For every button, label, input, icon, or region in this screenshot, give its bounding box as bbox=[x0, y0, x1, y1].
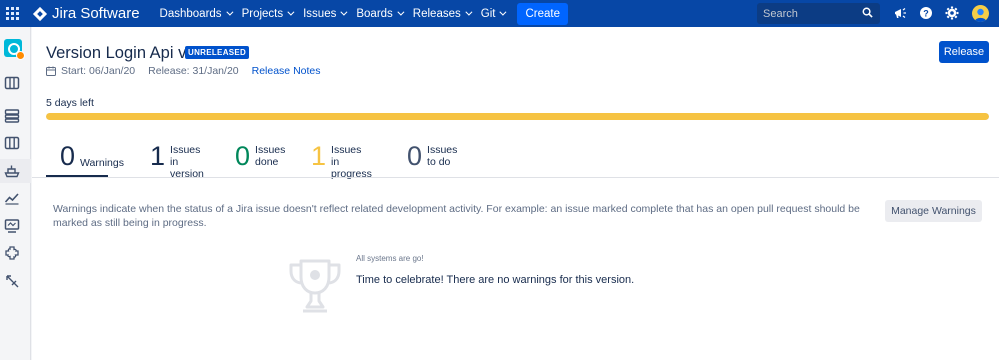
tab-label: Issues done bbox=[255, 144, 286, 168]
nav-item-projects[interactable]: Projects bbox=[241, 7, 295, 20]
tab-count: 0 bbox=[235, 141, 251, 171]
help-icon[interactable]: ? bbox=[919, 6, 933, 20]
calendar-icon bbox=[46, 66, 56, 76]
start-date: Start: 06/Jan/20 bbox=[61, 65, 136, 77]
tab-issues-in-version[interactable]: 1 Issues in version bbox=[150, 141, 204, 181]
nav-item-label: Git bbox=[480, 7, 496, 20]
top-navigation: Jira Software Dashboards Projects Issues… bbox=[0, 0, 999, 27]
reports-icon[interactable] bbox=[4, 190, 20, 206]
nav-item-label: Projects bbox=[241, 7, 284, 20]
tab-count: 1 bbox=[311, 141, 327, 171]
nav-item-issues[interactable]: Issues bbox=[303, 7, 348, 20]
chevron-down-icon bbox=[397, 8, 405, 16]
nav-menu: Dashboards Projects Issues Boards Releas… bbox=[160, 8, 516, 20]
avatar-face-icon bbox=[974, 8, 987, 22]
svg-text:?: ? bbox=[923, 9, 929, 19]
tab-warnings[interactable]: 0 Warnings bbox=[60, 143, 124, 177]
chevron-down-icon bbox=[499, 8, 507, 16]
version-dates: Start: 06/Jan/20 Release: 31/Jan/20 Rele… bbox=[46, 65, 321, 77]
tab-label: Warnings bbox=[80, 157, 124, 169]
tab-count: 1 bbox=[150, 141, 166, 171]
version-detail-panel: Version Login Api v2 UNRELEASED Start: 0… bbox=[32, 27, 999, 360]
tab-label: Issues in version bbox=[170, 144, 204, 180]
logo-text: Jira Software bbox=[52, 5, 140, 22]
search-box bbox=[757, 3, 880, 24]
board-icon[interactable] bbox=[4, 75, 20, 91]
trophy-icon bbox=[289, 259, 341, 313]
nav-item-label: Boards bbox=[356, 7, 393, 20]
tab-issues-to-do[interactable]: 0 Issues to do bbox=[407, 143, 457, 177]
app-switcher-grid-icon[interactable] bbox=[6, 6, 20, 21]
user-avatar[interactable] bbox=[972, 5, 989, 22]
kanban-icon[interactable] bbox=[4, 135, 20, 151]
megaphone-icon[interactable] bbox=[893, 6, 907, 20]
days-left-text: 5 days left bbox=[46, 97, 94, 109]
release-notes-link[interactable]: Release Notes bbox=[252, 65, 321, 77]
tab-label: Issues in progress bbox=[331, 144, 372, 180]
backlog-icon[interactable] bbox=[4, 108, 20, 124]
tab-label: Issues to do bbox=[427, 144, 458, 168]
components-icon[interactable] bbox=[4, 245, 20, 261]
project-sidebar bbox=[0, 27, 31, 360]
project-badge bbox=[16, 51, 25, 60]
empty-state-message: Time to celebrate! There are no warnings… bbox=[356, 274, 635, 286]
project-avatar[interactable] bbox=[4, 39, 25, 60]
nav-item-releases[interactable]: Releases bbox=[412, 7, 473, 20]
search-icon[interactable] bbox=[862, 7, 873, 18]
tab-count: 0 bbox=[60, 141, 76, 171]
nav-item-label: Issues bbox=[303, 7, 337, 20]
release-date: Release: 31/Jan/20 bbox=[148, 65, 239, 77]
page-title: Version Login Api v2 bbox=[46, 44, 196, 62]
nav-item-dashboards[interactable]: Dashboards bbox=[159, 7, 234, 20]
settings-icon[interactable] bbox=[945, 6, 959, 20]
chevron-down-icon bbox=[340, 8, 348, 16]
nav-item-label: Releases bbox=[412, 7, 461, 20]
create-button[interactable]: Create bbox=[517, 2, 568, 25]
chevron-down-icon bbox=[465, 8, 473, 16]
tab-issues-done[interactable]: 0 Issues done bbox=[235, 143, 285, 177]
jira-diamond-icon bbox=[33, 7, 47, 21]
tabs-divider bbox=[32, 177, 999, 178]
releases-icon[interactable] bbox=[4, 163, 20, 179]
nav-item-git[interactable]: Git bbox=[480, 7, 507, 20]
progress-fill bbox=[46, 113, 989, 120]
tab-issues-in-progress[interactable]: 1 Issues in progress bbox=[311, 141, 372, 181]
nav-item-boards[interactable]: Boards bbox=[356, 7, 405, 20]
add-on-icon[interactable] bbox=[4, 273, 20, 289]
jira-logo[interactable]: Jira Software bbox=[33, 5, 140, 22]
search-input[interactable] bbox=[763, 7, 858, 20]
empty-state-heading: All systems are go! bbox=[356, 254, 424, 263]
warnings-description: Warnings indicate when the status of a J… bbox=[53, 203, 860, 229]
status-badge: UNRELEASED bbox=[185, 46, 250, 59]
manage-warnings-button[interactable]: Manage Warnings bbox=[885, 200, 982, 222]
nav-item-label: Dashboards bbox=[159, 7, 222, 20]
chevron-down-icon bbox=[225, 8, 234, 16]
chevron-down-icon bbox=[287, 8, 295, 16]
monitor-icon[interactable] bbox=[4, 218, 20, 234]
release-button[interactable]: Release bbox=[939, 41, 989, 63]
time-progress-bar bbox=[46, 113, 989, 120]
tab-count: 0 bbox=[407, 141, 423, 171]
